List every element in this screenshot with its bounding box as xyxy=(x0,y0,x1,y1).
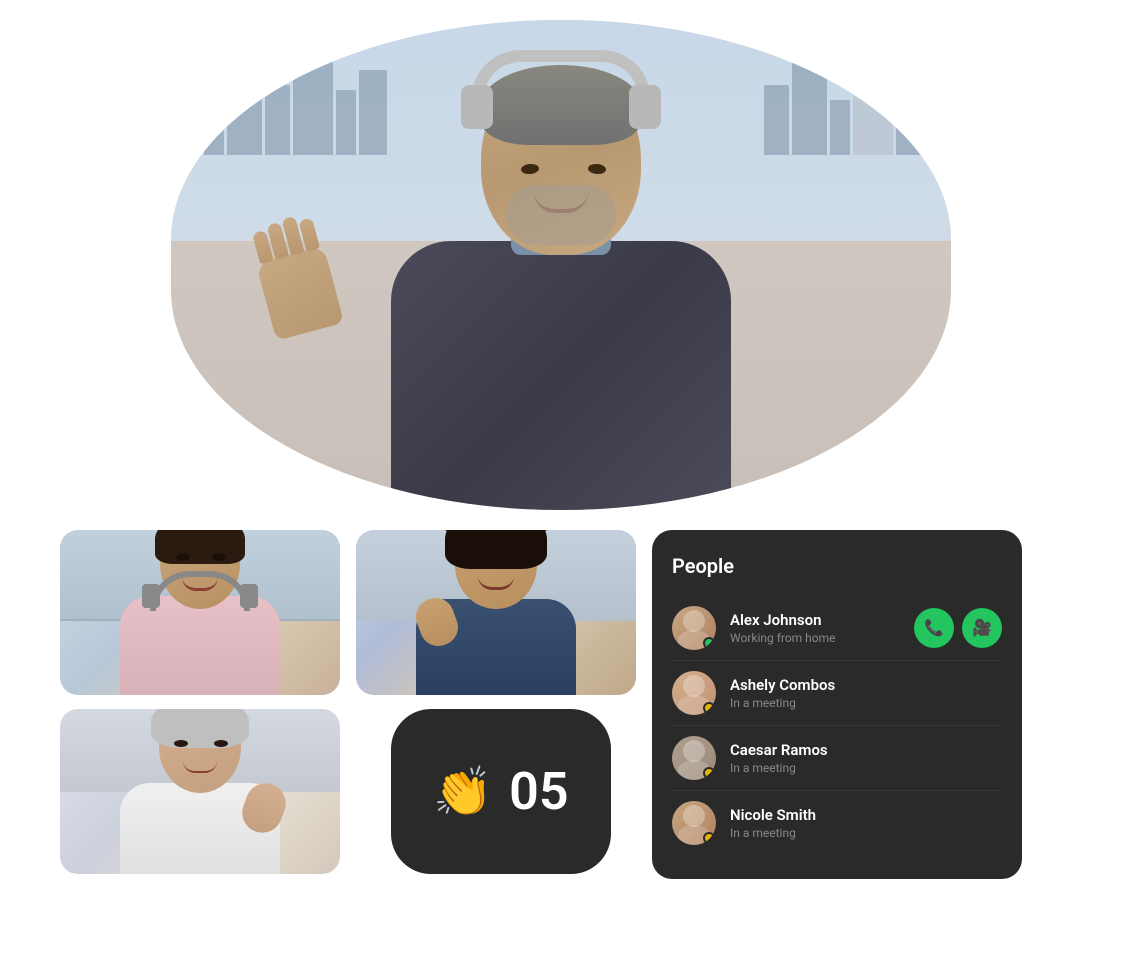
palm xyxy=(255,245,343,340)
thumb2-bg xyxy=(356,530,636,695)
p3-smile xyxy=(183,761,217,773)
person-name-alex: Alex Johnson xyxy=(730,611,914,629)
person-beard xyxy=(506,185,616,245)
headphone-band xyxy=(471,50,651,100)
person-name-caesar: Caesar Ramos xyxy=(730,741,1002,759)
skyline-right xyxy=(764,45,951,155)
thumb1-bg xyxy=(60,530,340,695)
person-jacket xyxy=(391,241,731,511)
person-status-nicole: In a meeting xyxy=(730,826,1002,840)
alex-action-buttons: 📞 🎥 xyxy=(914,608,1002,648)
left-thumbnails xyxy=(60,530,340,874)
status-dot-alex xyxy=(703,637,715,649)
person-item-alex: Alex Johnson Working from home 📞 🎥 xyxy=(672,596,1002,661)
person-item-ashely: Ashely Combos In a meeting xyxy=(672,661,1002,726)
p1-eye-r xyxy=(212,553,226,561)
p2-eye-l xyxy=(470,560,484,568)
headset-cup-r xyxy=(240,584,258,608)
hero-video xyxy=(171,20,951,510)
person-info-ashely: Ashely Combos In a meeting xyxy=(730,676,1002,710)
thumb3-bg xyxy=(60,709,340,874)
people-panel: People Alex Johnson Working from home 📞 … xyxy=(652,530,1022,879)
reaction-count: 05 xyxy=(509,766,568,818)
avatar-caesar xyxy=(672,736,716,780)
p3-eye-l xyxy=(174,740,188,747)
reaction-counter: 👏 05 xyxy=(391,709,611,874)
person-info-nicole: Nicole Smith In a meeting xyxy=(730,806,1002,840)
av-head-alex xyxy=(683,610,705,632)
p2-smile xyxy=(478,576,514,590)
status-dot-caesar xyxy=(703,767,715,779)
thumbnail-curly-man[interactable] xyxy=(356,530,636,695)
person2-hair xyxy=(445,530,547,569)
avatar-alex xyxy=(672,606,716,650)
status-dot-ashely xyxy=(703,702,715,714)
middle-column: 👏 05 xyxy=(356,530,636,874)
reaction-emoji: 👏 xyxy=(433,768,493,816)
av-head-caesar xyxy=(683,740,705,762)
people-panel-title: People xyxy=(672,554,1002,578)
headphone-left-cup xyxy=(461,85,493,129)
phone-icon: 📞 xyxy=(924,618,944,638)
person-status-caesar: In a meeting xyxy=(730,761,1002,775)
thumbnail-older-woman[interactable] xyxy=(60,709,340,874)
av-head-nicole xyxy=(683,805,705,827)
person-info-alex: Alex Johnson Working from home xyxy=(730,611,914,645)
video-icon: 🎥 xyxy=(972,618,992,638)
person-head xyxy=(481,65,641,255)
person-status-ashely: In a meeting xyxy=(730,696,1002,710)
headphone-right-cup xyxy=(629,85,661,129)
person-status-alex: Working from home xyxy=(730,631,914,645)
thumbnail-woman-headset[interactable] xyxy=(60,530,340,695)
person-eye-left xyxy=(521,163,540,175)
alex-phone-button[interactable]: 📞 xyxy=(914,608,954,648)
person-name-ashely: Ashely Combos xyxy=(730,676,1002,694)
hero-person-bg xyxy=(171,20,951,510)
person-headphones xyxy=(461,50,661,150)
person-name-nicole: Nicole Smith xyxy=(730,806,1002,824)
person3-hair xyxy=(151,709,249,748)
headset-cup-l xyxy=(142,584,160,608)
person-item-caesar: Caesar Ramos In a meeting xyxy=(672,726,1002,791)
person-item-nicole: Nicole Smith In a meeting xyxy=(672,791,1002,855)
person-hand xyxy=(265,253,355,363)
bottom-section: 👏 05 People Alex Johnson Working from ho… xyxy=(0,530,1122,879)
person-eye-right xyxy=(587,163,606,175)
p3-eye-r xyxy=(214,740,228,747)
p2-eye-r xyxy=(510,560,524,568)
alex-video-button[interactable]: 🎥 xyxy=(962,608,1002,648)
person1-hair xyxy=(155,530,245,564)
person-info-caesar: Caesar Ramos In a meeting xyxy=(730,741,1002,775)
av-head-ashely xyxy=(683,675,705,697)
avatar-nicole xyxy=(672,801,716,845)
skyline-left xyxy=(171,35,387,155)
status-dot-nicole xyxy=(703,832,715,844)
avatar-ashely xyxy=(672,671,716,715)
